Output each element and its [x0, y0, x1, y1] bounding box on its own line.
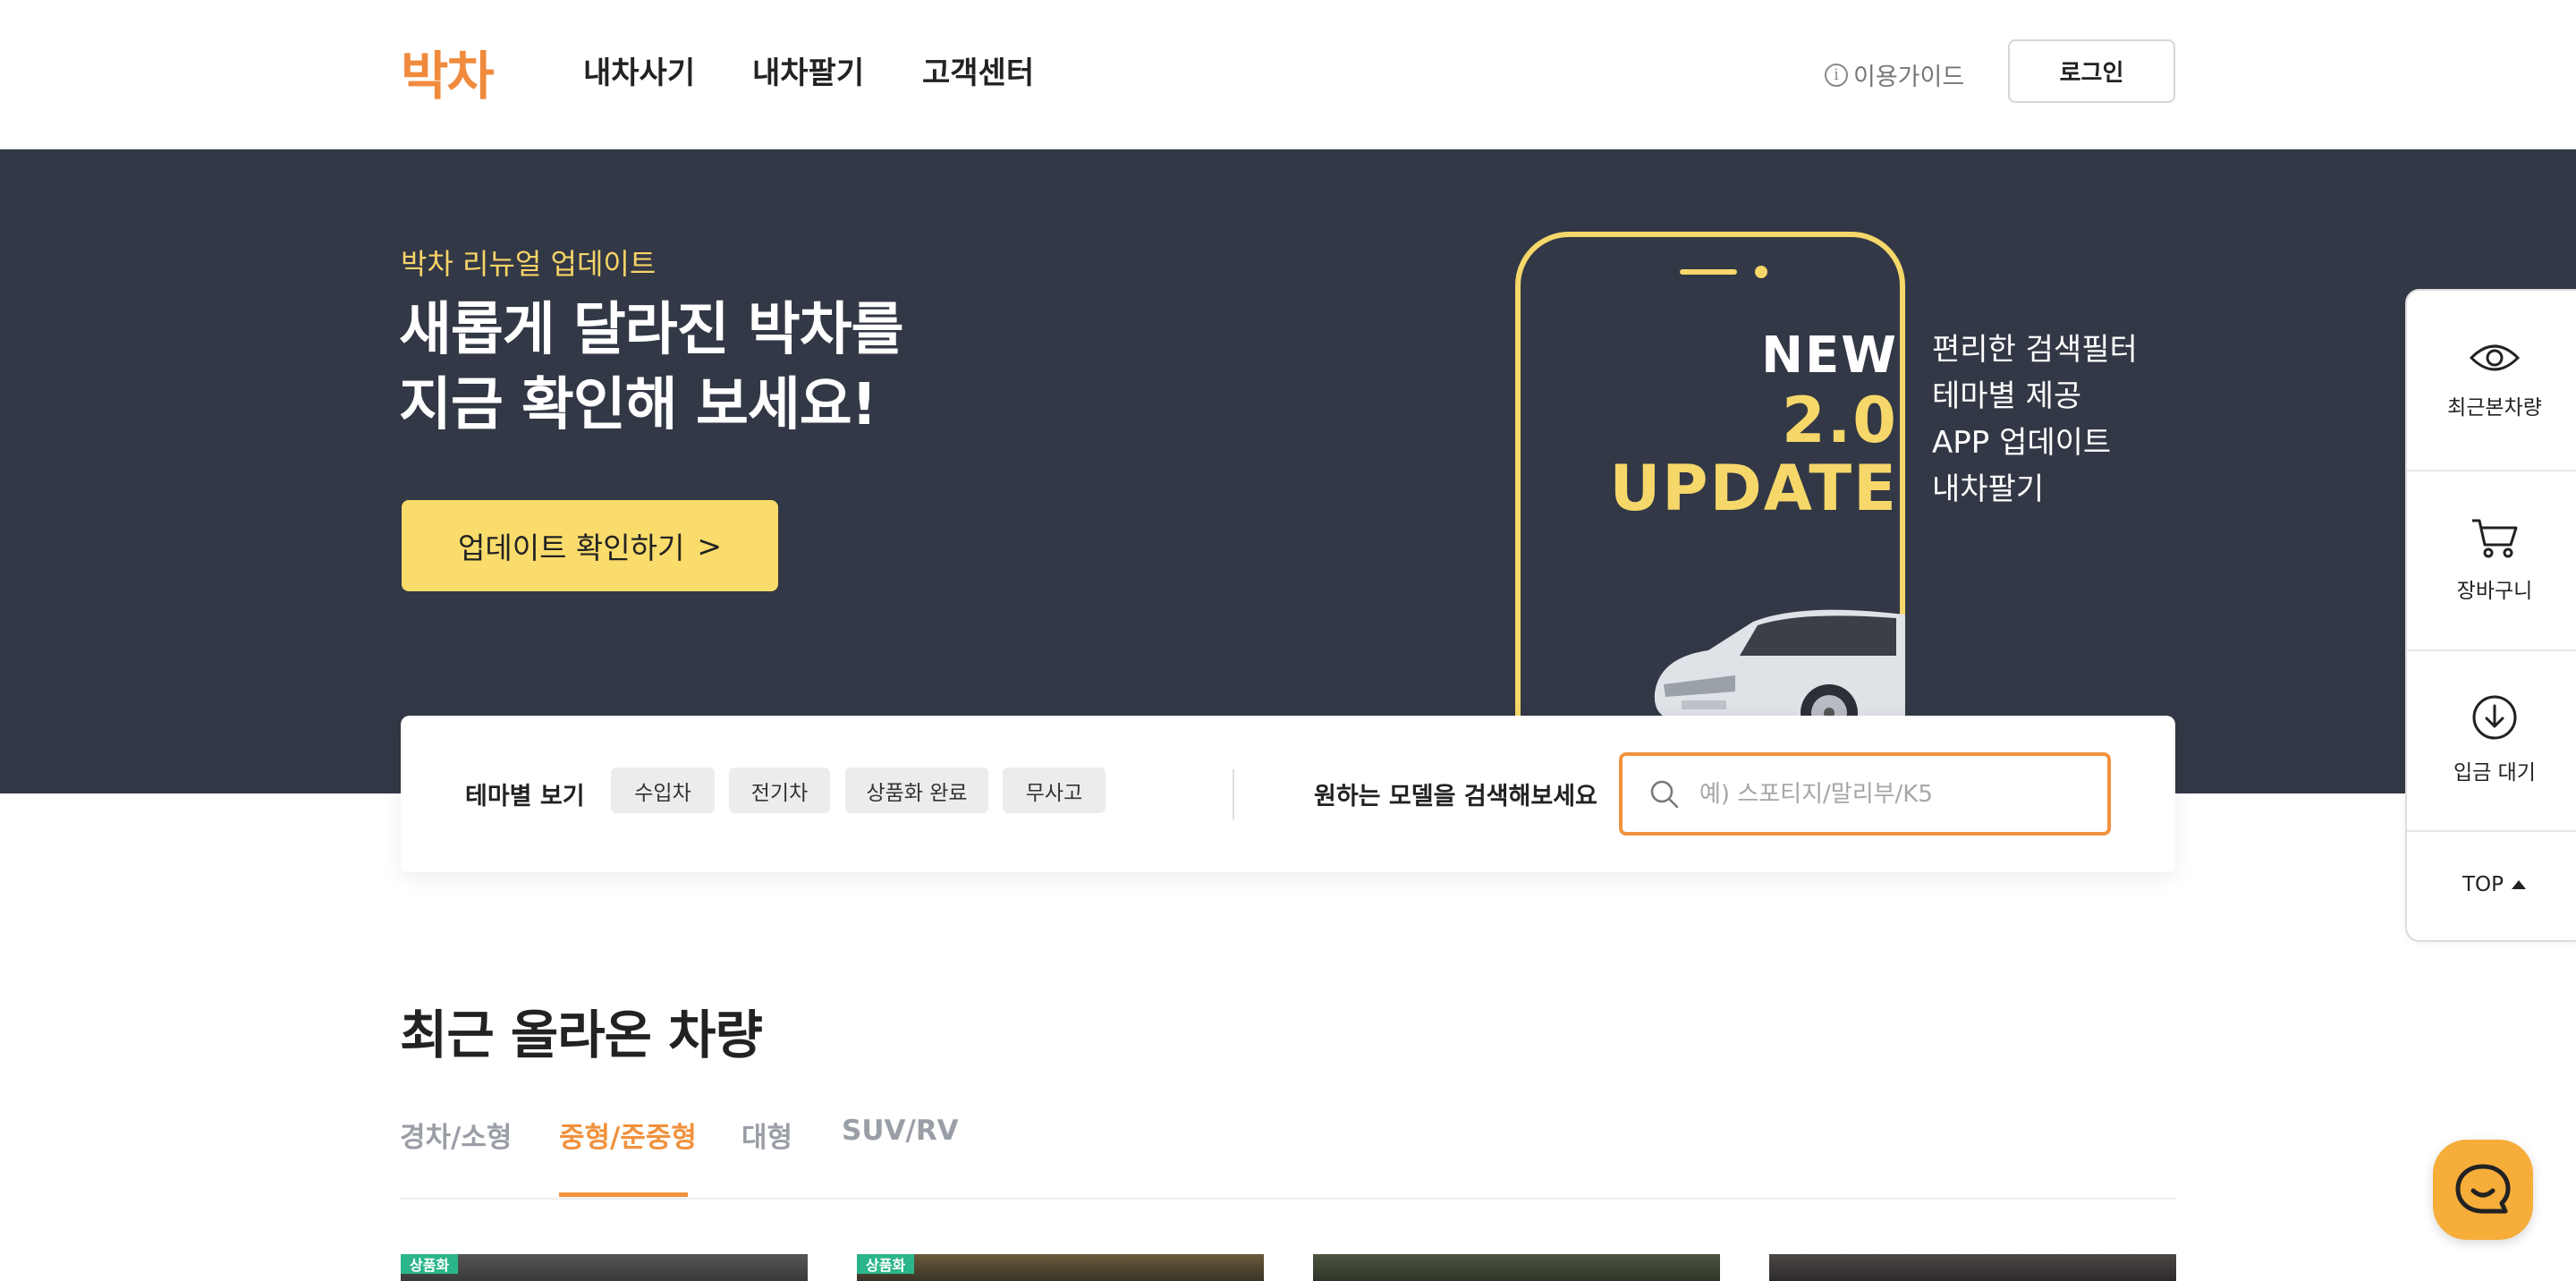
search-panel: 테마별 보기 수입차 전기차 상품화 완료 무사고 원하는 모델을 검색해보세요: [401, 716, 2175, 872]
badge-version: 2.0: [1781, 384, 1898, 457]
search-input[interactable]: [1699, 780, 2093, 808]
tab-midsize[interactable]: 중형/준중형: [559, 1115, 697, 1155]
search-label: 원하는 모델을 검색해보세요: [1314, 783, 1597, 810]
car-thumbnail: [1313, 1254, 1720, 1281]
chip-electric[interactable]: 전기차: [729, 768, 830, 813]
feature-app-update: APP 업데이트: [1932, 425, 2112, 461]
chevron-right-icon: >: [697, 528, 723, 564]
site-header: 박차 내차사기 내차팔기 고객센터 i 이용가이드 로그인: [0, 0, 2576, 149]
productized-tag: 상품화: [857, 1254, 915, 1274]
check-update-label: 업데이트 확인하기: [457, 530, 685, 565]
chip-imported[interactable]: 수입차: [611, 768, 715, 813]
chat-button[interactable]: [2433, 1140, 2533, 1240]
info-icon: i: [1825, 63, 1848, 87]
theme-label: 테마별 보기: [465, 783, 585, 810]
eye-icon: [2469, 344, 2521, 371]
cart-icon: [2472, 519, 2518, 558]
productized-tag: 상품화: [401, 1254, 459, 1274]
tab-large[interactable]: 대형: [741, 1115, 792, 1155]
hero-title-line-1: 새롭게 달라진 박차를: [399, 297, 903, 363]
feature-search-filter: 편리한 검색필터: [1932, 332, 2138, 368]
site-logo[interactable]: 박차: [401, 34, 495, 109]
nav-sell-car[interactable]: 내차팔기: [752, 48, 864, 92]
nav-customer-center[interactable]: 고객센터: [922, 48, 1034, 92]
chip-no-accident[interactable]: 무사고: [1003, 768, 1106, 813]
car-card[interactable]: 상품화: [857, 1254, 1264, 1281]
feature-theme: 테마별 제공: [1932, 378, 2082, 414]
hero-banner: 박차 리뉴얼 업데이트 새롭게 달라진 박차를 지금 확인해 보세요! 업데이트…: [0, 149, 2576, 793]
scroll-top-button[interactable]: TOP: [2407, 831, 2576, 938]
quick-recent-viewed[interactable]: 최근본차량: [2407, 291, 2576, 470]
chat-bubble-icon: [2455, 1164, 2511, 1214]
car-card[interactable]: [1769, 1254, 2176, 1281]
phone-speaker: [1680, 269, 1737, 275]
search-icon: [1650, 780, 1679, 808]
tabs-divider: [401, 1198, 2175, 1200]
login-button[interactable]: 로그인: [2008, 39, 2175, 103]
quick-menu: 최근본차량 장바구니 입금 대기 TOP: [2405, 289, 2576, 942]
search-box[interactable]: [1619, 752, 2111, 836]
section-title: 최근 올라온 차량: [400, 1005, 763, 1065]
chip-productized[interactable]: 상품화 완료: [845, 768, 988, 813]
usage-guide-link[interactable]: i 이용가이드: [1825, 57, 1964, 92]
quick-cart-label: 장바구니: [2456, 580, 2533, 603]
check-update-button[interactable]: 업데이트 확인하기 >: [402, 500, 778, 591]
phone-camera: [1755, 266, 1767, 278]
car-card[interactable]: [1313, 1254, 1720, 1281]
tab-suv-rv[interactable]: SUV/RV: [842, 1115, 959, 1147]
download-circle-icon: [2472, 695, 2517, 740]
scroll-top-label: TOP: [2462, 873, 2504, 896]
quick-cart[interactable]: 장바구니: [2407, 471, 2576, 649]
quick-pending-label: 입금 대기: [2453, 761, 2536, 785]
hero-eyebrow: 박차 리뉴얼 업데이트: [401, 247, 657, 281]
car-thumbnail: [401, 1254, 808, 1281]
hero-title: 새롭게 달라진 박차를 지금 확인해 보세요!: [399, 293, 903, 443]
phone-illustration: NEW 2.0 UPDATE: [1515, 232, 1905, 793]
badge-update: UPDATE: [1609, 452, 1898, 525]
car-thumbnail: [1769, 1254, 2176, 1281]
car-card[interactable]: 상품화: [401, 1254, 808, 1281]
triangle-up-icon: [2512, 880, 2527, 889]
active-tab-indicator: [559, 1192, 688, 1197]
car-thumbnail: [857, 1254, 1264, 1281]
tab-compact[interactable]: 경차/소형: [400, 1115, 512, 1155]
quick-pending-deposit[interactable]: 입금 대기: [2407, 650, 2576, 829]
feature-sell-car: 내차팔기: [1932, 471, 2045, 507]
hero-title-line-2: 지금 확인해 보세요!: [399, 372, 877, 438]
usage-guide-label: 이용가이드: [1853, 64, 1965, 91]
nav-buy-car[interactable]: 내차사기: [583, 48, 695, 92]
divider: [1233, 769, 1234, 819]
quick-recent-label: 최근본차량: [2447, 396, 2542, 420]
badge-new: NEW: [1761, 327, 1898, 385]
